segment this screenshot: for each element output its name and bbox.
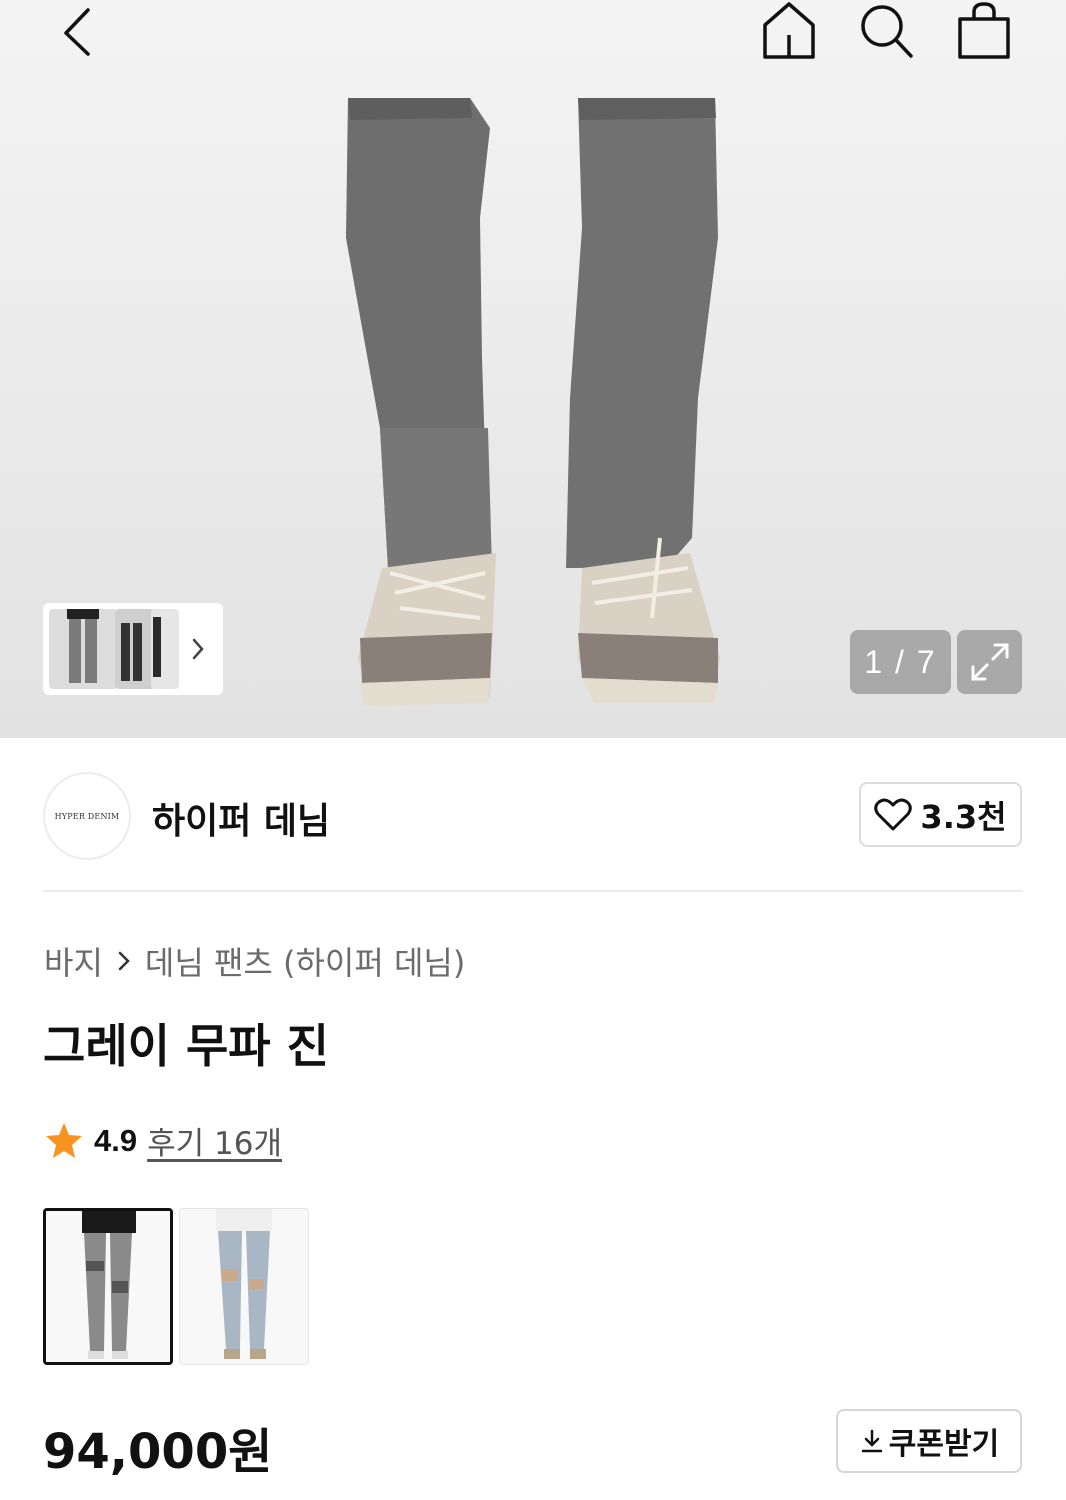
back-button[interactable]: [44, 0, 110, 62]
gallery-mini-thumbnail[interactable]: [151, 609, 179, 689]
like-button[interactable]: 3.3천: [859, 782, 1022, 847]
divider: [43, 890, 1023, 892]
gallery-mini-thumbnail[interactable]: [49, 609, 117, 689]
product-photo: [346, 98, 720, 706]
gray-jeans-image: [46, 1211, 170, 1362]
download-icon: [861, 1429, 883, 1453]
product-image-gallery[interactable]: 1 / 7: [0, 0, 1066, 738]
light-blue-jeans-image: [180, 1209, 308, 1364]
expand-gallery-button[interactable]: [957, 630, 1022, 694]
review-link[interactable]: 후기 16개: [147, 1118, 282, 1163]
brand-logo-text: HYPER DENIM: [54, 811, 120, 821]
rating-row: 4.9 후기 16개: [44, 1118, 282, 1163]
product-price: 94,000원: [43, 1424, 273, 1480]
shopping-bag-icon: [958, 2, 1010, 59]
brand-row: HYPER DENIM 하이퍼 데님 3.3천: [0, 738, 1066, 892]
shopping-bag-button[interactable]: [951, 0, 1017, 62]
color-option-gray[interactable]: [43, 1208, 173, 1365]
heart-icon: [874, 798, 913, 830]
mini-jeans-image: [67, 609, 99, 683]
search-icon: [861, 5, 913, 58]
brand-logo[interactable]: HYPER DENIM: [43, 772, 131, 860]
home-button[interactable]: [756, 0, 822, 62]
product-title: 그레이 무파 진: [43, 1019, 329, 1073]
chevron-right-icon: [192, 638, 204, 660]
breadcrumb: 바지 데님 팬츠 (하이퍼 데님): [44, 938, 465, 984]
breadcrumb-subcategory[interactable]: 데님 팬츠 (하이퍼 데님): [145, 938, 465, 984]
mini-jeans-image: [153, 617, 161, 677]
color-option-light-blue[interactable]: [179, 1208, 309, 1365]
gallery-thumbnail-strip[interactable]: [43, 603, 223, 695]
back-icon: [64, 8, 90, 56]
gallery-mini-thumbnail[interactable]: [115, 609, 155, 689]
rating-score: 4.9: [94, 1122, 138, 1158]
expand-icon: [971, 643, 1008, 681]
gallery-page-counter: 1 / 7: [850, 630, 951, 694]
brand-name[interactable]: 하이퍼 데님: [152, 792, 330, 844]
mini-jeans-image: [121, 623, 142, 681]
home-icon: [763, 2, 815, 59]
top-navigation-bar: [0, 0, 1066, 66]
search-button[interactable]: [853, 0, 919, 62]
breadcrumb-category[interactable]: 바지: [44, 938, 103, 984]
coupon-button[interactable]: 쿠폰받기: [836, 1409, 1022, 1473]
chevron-right-icon: [118, 951, 130, 971]
like-count: 3.3천: [920, 797, 1007, 836]
coupon-label: 쿠폰받기: [888, 1427, 1000, 1462]
star-icon: [46, 1122, 82, 1158]
